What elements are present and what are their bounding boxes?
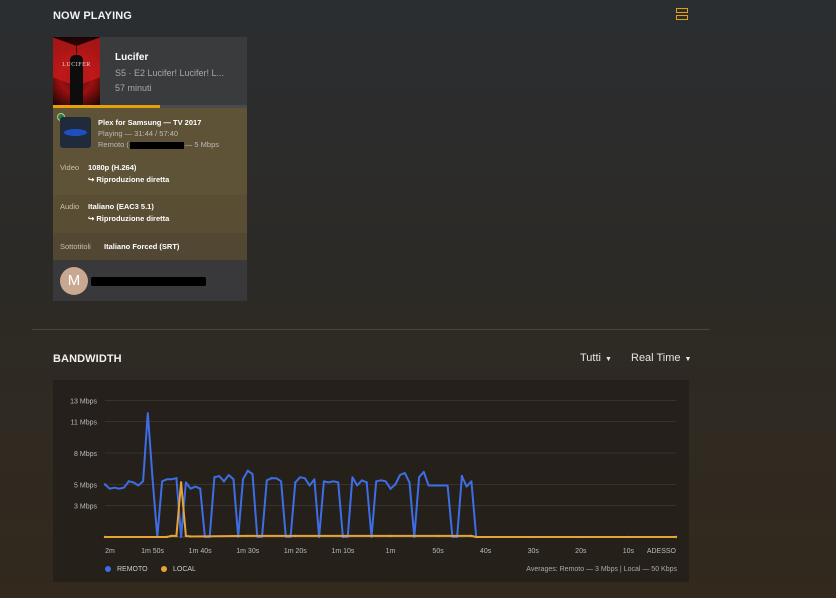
audio-direct-play: ↪ Riproduzione diretta	[88, 214, 170, 223]
y-tick-label: 3 Mbps	[74, 504, 97, 511]
data-point-local	[436, 534, 440, 538]
x-tick-label: 1m 20s	[284, 548, 307, 555]
remote-label: Remoto (	[98, 140, 129, 149]
chevron-down-icon: ▼	[603, 356, 612, 363]
data-point-local	[103, 535, 107, 539]
legend-item-local[interactable]: LOCAL	[161, 566, 196, 573]
stream-details: Plex for Samsung — TV 2017 Playing — 31:…	[53, 108, 247, 260]
duration: 57 minuti	[115, 83, 152, 93]
data-point-remoto	[294, 481, 297, 484]
x-tick-label: 20s	[575, 548, 587, 555]
video-value: 1080p (H.264)	[88, 163, 137, 172]
data-point-local	[474, 535, 478, 539]
audio-value: Italiano (EAC3 5.1)	[88, 202, 154, 211]
y-tick-label: 13 Mbps	[70, 399, 97, 406]
samsung-tv-icon	[60, 117, 91, 148]
now-playing-card[interactable]: LUCIFER Lucifer S5 · E2 Lucifer! Lucifer…	[53, 37, 247, 301]
data-point-remoto	[175, 477, 178, 480]
y-tick-label: 8 Mbps	[74, 451, 97, 458]
data-point-remoto	[198, 487, 202, 490]
x-tick-label: 2m	[105, 548, 115, 555]
x-tick-label: ADESSO	[647, 548, 677, 555]
redacted-address	[129, 141, 184, 149]
x-tick-label: 30s	[528, 548, 540, 555]
data-point-remoto	[127, 480, 130, 483]
data-point-local	[246, 534, 249, 538]
remote-bitrate: — 5 Mbps	[184, 140, 220, 149]
video-direct-play: ↪ Riproduzione diretta	[88, 175, 170, 184]
x-tick-label: 1m 50s	[141, 548, 164, 555]
data-point-local	[179, 481, 183, 484]
episode-title[interactable]: S5 · E2 Lucifer! Lucifer! L...	[115, 68, 240, 78]
series-line-remoto	[104, 412, 676, 538]
show-title[interactable]: Lucifer	[115, 52, 148, 63]
remote-connection: Remoto ( — 5 Mbps	[98, 140, 219, 149]
redacted-username	[91, 277, 206, 286]
data-point-local	[674, 535, 678, 539]
chevron-down-icon: ▼	[682, 356, 692, 363]
data-point-remoto	[222, 480, 226, 483]
data-point-remoto	[365, 481, 368, 484]
data-point-local	[184, 534, 188, 538]
data-point-remoto	[103, 483, 107, 486]
bandwidth-chart-svg: 13 Mbps 11 Mbps 8 Mbps 5 Mbps 3 Mbps 2m 1m 50s…	[70, 399, 678, 555]
data-point-local	[175, 534, 178, 538]
x-tick-label: 50s	[432, 548, 444, 555]
bandwidth-chart: 13 Mbps 11 Mbps 8 Mbps 5 Mbps 3 Mbps 2m 1m 50s…	[53, 380, 689, 582]
audio-label: Audio	[60, 202, 80, 211]
device-filter-label: Tutti	[580, 352, 601, 364]
legend-dot-remoto	[105, 566, 111, 573]
layout-toggle-icon[interactable]	[676, 8, 689, 23]
avatar[interactable]: M	[60, 267, 88, 295]
poster-image[interactable]: LUCIFER	[53, 37, 100, 105]
subtitles-label: Sottotitoli	[60, 242, 91, 251]
data-point-local	[294, 534, 297, 538]
bandwidth-averages: Averages: Remoto — 3 Mbps | Local — 50 K…	[526, 566, 677, 573]
user-row[interactable]: M	[53, 260, 247, 301]
data-point-remoto	[270, 477, 273, 480]
x-tick-label: 1m 40s	[189, 548, 212, 555]
video-row: Video 1080p (H.264) ↪ Riproduzione diret…	[53, 157, 247, 195]
subtitles-row: Sottotitoli Italiano Forced (SRT)	[53, 233, 247, 260]
y-tick-label: 11 Mbps	[71, 420, 98, 427]
x-tick-label: 1m 10s	[331, 548, 354, 555]
now-playing-title: NOW PLAYING	[53, 10, 132, 22]
device-filter-dropdown[interactable]: Tutti ▼	[580, 352, 612, 364]
x-tick-label: 40s	[480, 548, 492, 555]
data-point-remoto	[151, 478, 154, 481]
media-header[interactable]: LUCIFER Lucifer S5 · E2 Lucifer! Lucifer…	[53, 37, 247, 108]
series-line-local	[105, 481, 676, 538]
timerange-filter-label: Real Time	[631, 352, 681, 364]
audio-row: Audio Italiano (EAC3 5.1) ↪ Riproduzione…	[53, 195, 247, 233]
playback-state: Playing — 31:44 / 57:40	[98, 129, 179, 138]
data-point-remoto	[389, 487, 392, 490]
data-point-local	[165, 535, 169, 539]
device-name: Plex for Samsung — TV 2017	[98, 118, 202, 127]
data-point-remoto	[460, 474, 464, 478]
y-tick-label: 5 Mbps	[74, 483, 97, 490]
data-point-remoto	[436, 484, 440, 487]
x-tick-label: 10s	[623, 548, 635, 555]
data-point-remoto	[246, 469, 249, 473]
data-point-local	[189, 535, 192, 538]
legend-label-local: LOCAL	[173, 566, 196, 573]
timerange-filter-dropdown[interactable]: Real Time ▼	[631, 352, 691, 364]
legend-item-remoto[interactable]: REMOTO	[105, 566, 148, 573]
subtitles-value: Italiano Forced (SRT)	[104, 242, 180, 251]
x-tick-label: 1m	[386, 548, 396, 555]
bandwidth-title: BANDWIDTH	[53, 353, 122, 365]
x-tick-label: 1m 30s	[236, 548, 259, 555]
poster-title: LUCIFER	[62, 62, 91, 68]
data-point-local	[170, 534, 173, 538]
legend-dot-local	[161, 566, 167, 573]
legend-label-remoto: REMOTO	[117, 566, 148, 573]
data-point-local	[470, 534, 473, 538]
video-label: Video	[60, 163, 80, 172]
data-point-local	[389, 534, 392, 538]
data-point-local	[341, 534, 345, 538]
section-divider	[32, 329, 710, 330]
